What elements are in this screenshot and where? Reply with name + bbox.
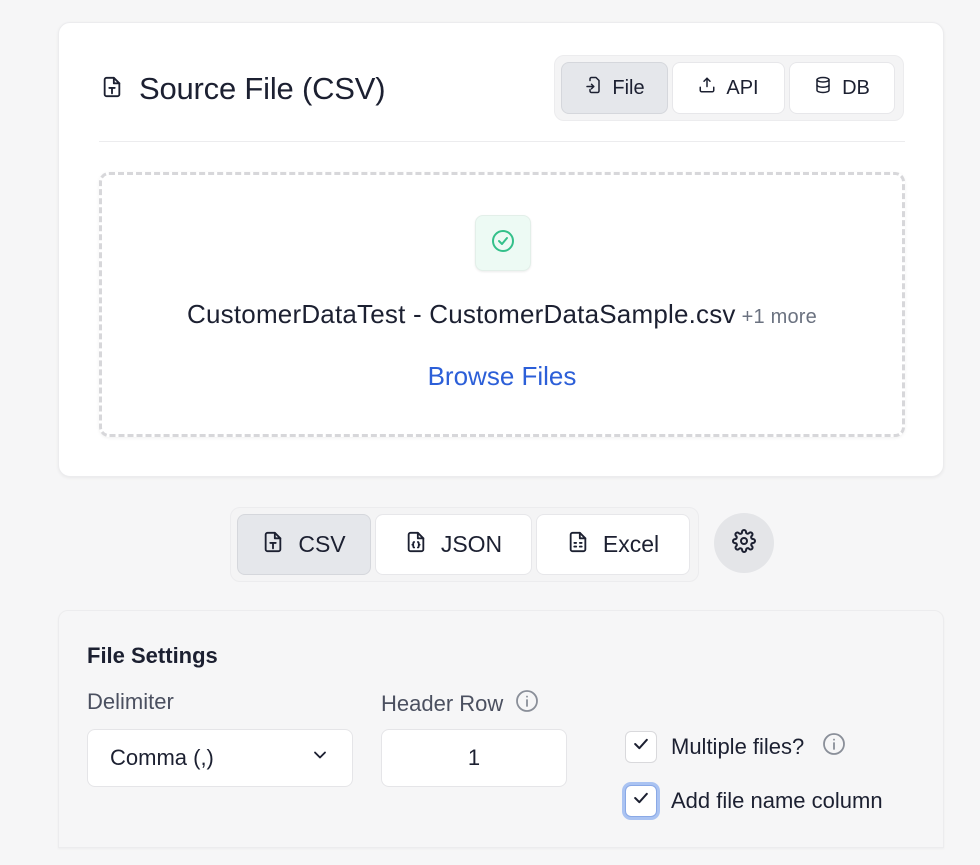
file-settings-title: File Settings [87, 643, 218, 668]
tab-db[interactable]: DB [789, 62, 895, 114]
file-code-icon [405, 531, 427, 559]
multiple-files-label: Multiple files? [671, 734, 805, 759]
tab-file-label: File [612, 76, 645, 99]
file-settings-card: File Settings Delimiter Comma (,) Header… [58, 610, 944, 848]
source-title: Source File (CSV) [139, 71, 386, 106]
source-title-row: Source File (CSV) [101, 71, 386, 107]
multiple-files-option: Multiple files? [625, 731, 846, 763]
selected-file-name: CustomerDataTest - CustomerDataSample.cs… [187, 299, 736, 329]
more-files-count: +1 more [741, 306, 817, 328]
header-row-label: Header Row [381, 689, 539, 719]
upload-icon [698, 76, 716, 100]
add-file-name-option: Add file name column [625, 785, 883, 817]
info-icon[interactable] [515, 689, 539, 719]
checkmark-icon [631, 788, 651, 814]
title-divider [99, 141, 905, 142]
delimiter-value: Comma (,) [110, 745, 214, 770]
source-file-card: Source File (CSV) File API DB CustomerDa… [58, 22, 944, 477]
header-row-input[interactable]: 1 [381, 729, 567, 787]
tab-api[interactable]: API [672, 62, 785, 114]
database-icon [814, 76, 832, 100]
file-dropzone[interactable]: CustomerDataTest - CustomerDataSample.cs… [99, 172, 905, 437]
tab-excel[interactable]: Excel [536, 514, 690, 575]
source-type-tabs: File API DB [554, 55, 904, 121]
header-row-label-text: Header Row [381, 691, 504, 716]
check-circle-icon [491, 229, 515, 258]
file-spreadsheet-icon [567, 531, 589, 559]
tab-json-label: JSON [440, 531, 503, 557]
delimiter-label: Delimiter [87, 689, 174, 715]
browse-files-link[interactable]: Browse Files [102, 361, 902, 392]
tab-json[interactable]: JSON [375, 514, 532, 575]
file-type-icon [101, 76, 139, 103]
file-text-icon [262, 531, 284, 559]
file-import-icon [584, 76, 602, 100]
checkmark-icon [631, 734, 651, 760]
delimiter-select[interactable]: Comma (,) [87, 729, 353, 787]
info-icon[interactable] [822, 732, 846, 762]
delimiter-label-text: Delimiter [87, 689, 174, 714]
tab-csv-label: CSV [298, 531, 346, 557]
multiple-files-checkbox[interactable] [625, 731, 657, 763]
add-file-name-checkbox[interactable] [625, 785, 657, 817]
tab-db-label: DB [842, 76, 870, 99]
format-tabs: CSV JSON Excel [230, 507, 699, 582]
tab-excel-label: Excel [602, 531, 660, 557]
upload-success-badge [475, 215, 531, 271]
tab-csv[interactable]: CSV [237, 514, 371, 575]
tab-file[interactable]: File [561, 62, 668, 114]
chevron-down-icon [310, 745, 330, 771]
selected-file-line: CustomerDataTest - CustomerDataSample.cs… [102, 299, 902, 330]
add-file-name-label: Add file name column [671, 788, 883, 813]
format-settings-button[interactable] [714, 513, 774, 573]
gear-icon [732, 528, 756, 558]
tab-api-label: API [726, 76, 759, 99]
